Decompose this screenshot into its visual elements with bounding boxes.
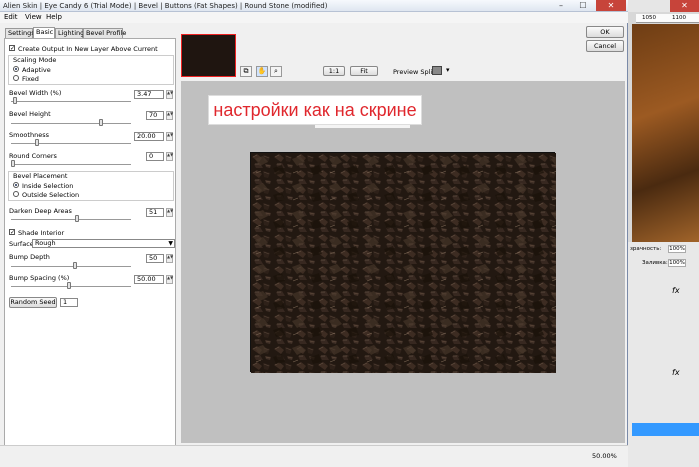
round-corners-track[interactable] [11,164,131,165]
tab-basic[interactable]: Basic [33,27,55,38]
darken-deep-areas-slider[interactable] [75,215,79,222]
create-output-label: Create Output In New Layer Above Current [18,45,158,53]
canvas-image [632,24,699,242]
bevel-width-field[interactable]: 3.47 [134,90,164,99]
bevel-height-field[interactable]: 70 [146,111,164,120]
surface-select[interactable]: Rough ▼ [32,239,175,248]
inside-selection-label: Inside Selection [22,182,74,190]
cancel-button[interactable]: Cancel [586,40,624,52]
tab-settings[interactable]: Settings [5,28,35,38]
surface-value: Rough [35,239,56,247]
bump-spacing-field[interactable]: 50.00 [134,275,164,284]
bevel-height-track[interactable] [11,123,131,124]
bevel-height-label: Bevel Height [9,110,51,118]
darken-deep-areas-track[interactable] [11,219,131,220]
zoom-1to1-button[interactable]: 1:1 [323,66,345,76]
annotation-caption: настройки как на скрине [208,95,422,125]
round-corners-spinner[interactable]: ▲▼ [166,152,173,161]
titlebar: Alien Skin | Eye Candy 6 (Trial Mode) | … [0,0,628,12]
tab-lighting[interactable]: Lighting [55,28,84,38]
bump-spacing-label: Bump Spacing (%) [9,274,70,282]
status-bar: 50.00% [0,445,628,467]
selected-layer-row[interactable] [632,423,699,436]
basic-settings-panel: ✓ Create Output In New Layer Above Curre… [4,38,176,458]
status-zoom: 50.00% [592,452,617,460]
adaptive-label: Adaptive [22,66,51,74]
darken-deep-areas-spinner[interactable]: ▲▼ [166,208,173,217]
tab-bevel-profile[interactable]: Bevel Profile [83,28,126,38]
bevel-height-slider[interactable] [99,119,103,126]
outside-selection-label: Outside Selection [22,191,80,199]
bump-spacing-spinner[interactable]: ▲▼ [166,275,173,284]
hand-tool-icon[interactable]: ✋ [256,66,268,77]
bump-spacing-track[interactable] [11,286,131,287]
fx-icon[interactable]: fx [672,368,680,377]
bump-depth-field[interactable]: 50 [146,254,164,263]
random-seed-field[interactable]: 1 [60,298,78,307]
background-close-button[interactable]: ✕ [670,0,699,12]
smoothness-spinner[interactable]: ▲▼ [166,132,173,141]
adaptive-radio[interactable] [13,66,19,72]
bevel-width-spinner[interactable]: ▲▼ [166,90,173,99]
inside-selection-radio[interactable] [13,182,19,188]
scaling-mode-title: Scaling Mode [13,56,57,64]
preview-split-label: Preview Split: [393,68,437,76]
bump-depth-spinner[interactable]: ▲▼ [166,254,173,263]
ruler-label: 1100 [672,15,686,21]
window-title: Alien Skin | Eye Candy 6 (Trial Mode) | … [3,2,328,10]
bevel-height-spinner[interactable]: ▲▼ [166,111,173,120]
minimize-button[interactable]: – [550,0,572,11]
bump-depth-slider[interactable] [73,262,77,269]
texture-svg [251,153,556,373]
preview-split-swatch[interactable] [432,66,442,75]
bump-depth-track[interactable] [11,266,131,267]
smoothness-slider[interactable] [35,139,39,146]
menu-view[interactable]: View [25,13,42,21]
bump-spacing-slider[interactable] [67,282,71,289]
fill-label: Заливка: [642,260,668,266]
ruler: 1050 1100 [636,14,699,23]
preview-split-dropdown-icon[interactable]: ▾ [446,66,450,74]
bevel-width-slider[interactable] [13,97,17,104]
zoom-fit-button[interactable]: Fit [350,66,378,76]
smoothness-label: Smoothness [9,131,49,139]
fixed-radio[interactable] [13,75,19,81]
eye-candy-window: Alien Skin | Eye Candy 6 (Trial Mode) | … [0,0,628,467]
fill-field[interactable]: 100% [668,259,686,267]
opacity-field[interactable]: 100% [668,245,686,253]
fixed-label: Fixed [22,75,39,83]
bevel-texture-preview[interactable] [250,152,556,373]
toggle-preview-icon[interactable]: ⧉ [240,66,252,77]
fx-icon[interactable]: fx [672,286,680,295]
round-corners-field[interactable]: 0 [146,152,164,161]
bevel-width-track[interactable] [11,101,131,102]
bevel-placement-title: Bevel Placement [13,172,68,180]
round-corners-slider[interactable] [11,160,15,167]
maximize-button[interactable]: ☐ [572,0,594,11]
opacity-label: зрачность: [630,246,662,252]
ok-button[interactable]: OK [586,26,624,38]
smoothness-track[interactable] [11,143,131,144]
menubar: Edit View Help [0,12,628,23]
bump-depth-label: Bump Depth [9,253,50,261]
chevron-down-icon: ▼ [168,240,173,247]
ruler-label: 1050 [642,15,656,21]
shade-interior-checkbox[interactable]: ✓ [9,229,15,236]
shade-interior-label: Shade Interior [18,229,65,237]
round-corners-label: Round Corners [9,152,57,160]
menu-help[interactable]: Help [46,13,62,21]
random-seed-button[interactable]: Random Seed [9,297,57,308]
bevel-width-label: Bevel Width (%) [9,89,62,97]
create-output-checkbox[interactable]: ✓ [9,45,15,52]
outside-selection-radio[interactable] [13,191,19,197]
navigator-thumbnail[interactable] [181,34,236,77]
close-button[interactable]: ✕ [596,0,626,11]
darken-deep-areas-field[interactable]: 51 [146,208,164,217]
smoothness-field[interactable]: 20.00 [134,132,164,141]
menu-edit[interactable]: Edit [4,13,18,21]
darken-deep-areas-label: Darken Deep Areas [9,207,72,215]
zoom-tool-icon[interactable]: ⌕ [270,66,282,77]
